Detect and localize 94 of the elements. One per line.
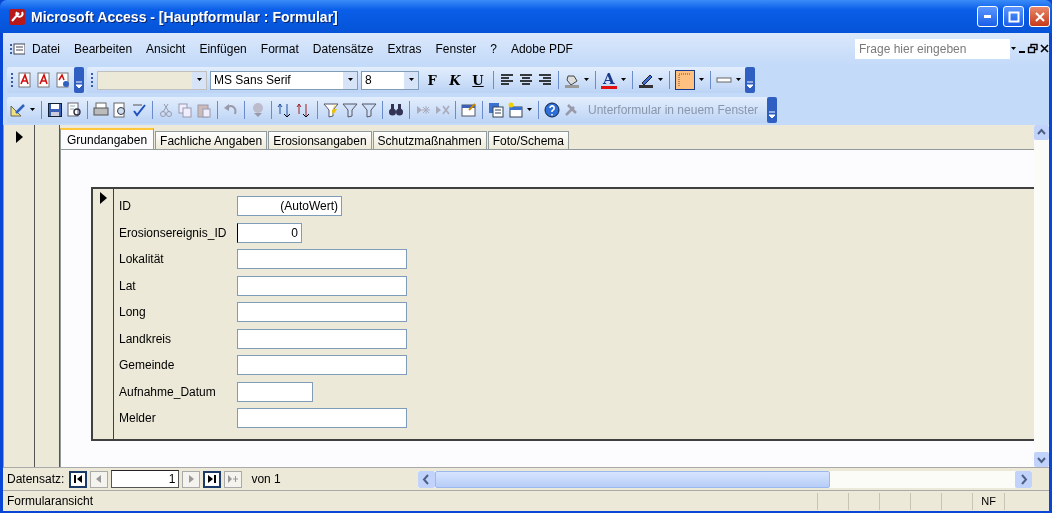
tab[interactable]: Schutzmaßnahmen	[372, 131, 487, 149]
input-field[interactable]: (AutoWert)	[237, 196, 342, 216]
record-navigation-label: Datensatz:	[7, 472, 65, 486]
input-field[interactable]	[237, 381, 313, 402]
toolbar-grip-handle[interactable]	[10, 70, 14, 90]
menu-item[interactable]: Fenster	[428, 40, 484, 58]
window-title: Microsoft Access - [Hauptformular : Formular]	[31, 8, 339, 25]
report-search-icon[interactable]	[66, 102, 82, 118]
funnel-icon[interactable]	[361, 102, 377, 118]
record-selector-icon[interactable]	[98, 192, 108, 204]
input-field[interactable]	[237, 302, 407, 322]
align-right-icon[interactable]	[537, 72, 553, 88]
input-field[interactable]: 0	[237, 222, 302, 243]
menu-item[interactable]: Format	[253, 40, 306, 58]
close-document-icon[interactable]	[1039, 43, 1049, 55]
tab[interactable]: Erosionsangaben	[268, 131, 372, 149]
text-style-button[interactable]: F	[422, 70, 442, 90]
input-field[interactable]	[237, 408, 407, 428]
toolbar-options-button[interactable]	[744, 67, 755, 93]
tab[interactable]: Fachliche Angaben	[155, 131, 268, 149]
maximize-icon	[1007, 10, 1020, 23]
menu-item[interactable]: Adobe PDF	[503, 40, 580, 58]
font-size-combo[interactable]: 8	[361, 70, 419, 90]
input-field[interactable]	[237, 275, 407, 296]
align-center-icon[interactable]	[518, 72, 534, 88]
properties-icon[interactable]	[461, 102, 477, 118]
input-field[interactable]	[237, 355, 407, 375]
pdf-settings-icon[interactable]	[55, 72, 71, 88]
menu-item[interactable]: Datensätze	[305, 40, 381, 58]
record-number-field[interactable]: 1	[111, 470, 180, 488]
print-preview-icon[interactable]	[112, 102, 128, 118]
new-object-icon[interactable]	[507, 102, 523, 118]
maximize-button[interactable]	[1003, 6, 1024, 27]
toolbar-options-button[interactable]	[767, 97, 778, 123]
pencil-ruler-icon[interactable]	[10, 102, 26, 118]
font-combo[interactable]: MS Sans Serif	[210, 70, 358, 90]
pen-icon[interactable]	[637, 72, 654, 88]
clipboard-icon[interactable]	[196, 102, 212, 118]
text-style-button[interactable]: K	[445, 70, 465, 90]
minimize-icon	[984, 15, 991, 18]
input-field[interactable]	[237, 249, 407, 269]
help-icon[interactable]	[544, 102, 560, 118]
tab[interactable]: Grundangaben	[60, 128, 155, 150]
tab[interactable]: Foto/Schema	[487, 131, 569, 149]
restore-document-icon[interactable]	[1027, 43, 1039, 55]
minimize-button[interactable]	[977, 6, 998, 27]
sort-ascending-icon[interactable]	[277, 102, 293, 118]
field-label: Long	[119, 304, 147, 321]
status-indicator: NF	[972, 492, 1005, 510]
toolbar-grip-handle[interactable]	[90, 70, 94, 90]
field-label: Lokalität	[119, 251, 165, 268]
menu-item[interactable]: ?	[483, 40, 504, 58]
pdf-document-icon[interactable]	[17, 72, 33, 88]
field-label: Erosionsereignis_ID	[119, 224, 228, 242]
paint-bucket-icon[interactable]	[564, 72, 580, 88]
font-color-button[interactable]: A	[601, 71, 617, 89]
scrollbar-thumb[interactable]	[434, 470, 830, 488]
menu-item[interactable]: Einfügen	[192, 40, 254, 58]
sort-descending-icon[interactable]	[296, 102, 312, 118]
border-button[interactable]	[674, 70, 695, 90]
pdf-document-icon[interactable]	[36, 72, 52, 88]
status-text: Formularansicht	[7, 494, 95, 508]
binoculars-icon[interactable]	[388, 102, 404, 118]
access-key-icon	[8, 7, 26, 26]
close-button[interactable]	[1029, 6, 1050, 27]
menu-item[interactable]: Bearbeiten	[67, 40, 140, 58]
menu-item[interactable]: Ansicht	[139, 40, 193, 58]
dotted-border-icon	[676, 72, 693, 88]
scroll-down-icon[interactable]	[1034, 452, 1049, 467]
align-left-icon[interactable]	[499, 72, 515, 88]
input-field[interactable]	[237, 328, 407, 349]
scroll-up-icon[interactable]	[1034, 125, 1049, 140]
menu-item[interactable]: Datei	[25, 40, 67, 58]
record-count: von 1	[251, 472, 281, 486]
lightning-funnel-icon[interactable]	[323, 102, 339, 118]
field-label: ID	[119, 198, 132, 215]
menu-bar-grip-icon[interactable]	[9, 42, 25, 56]
field-label: Gemeinde	[119, 357, 176, 374]
database-window-icon[interactable]	[488, 102, 504, 118]
field-label: Melder	[119, 410, 157, 427]
toolbar-options-button[interactable]	[74, 67, 84, 93]
menu-item[interactable]: Extras	[380, 40, 429, 58]
close-icon	[1033, 10, 1046, 23]
scroll-left-icon[interactable]	[417, 470, 435, 488]
checkmark-icon[interactable]	[131, 102, 147, 118]
text-style-button[interactable]: U	[468, 70, 488, 90]
field-label: Aufnahme_Datum	[119, 383, 217, 401]
funnel-form-icon[interactable]	[342, 102, 358, 118]
field-label: Landkreis	[119, 330, 173, 348]
record-selector-icon[interactable]	[14, 131, 24, 143]
printer-icon[interactable]	[93, 102, 109, 118]
scroll-right-icon[interactable]	[1015, 470, 1032, 488]
field-label: Lat	[119, 277, 137, 295]
help-search-field[interactable]: Frage hier eingeben	[855, 39, 1010, 59]
